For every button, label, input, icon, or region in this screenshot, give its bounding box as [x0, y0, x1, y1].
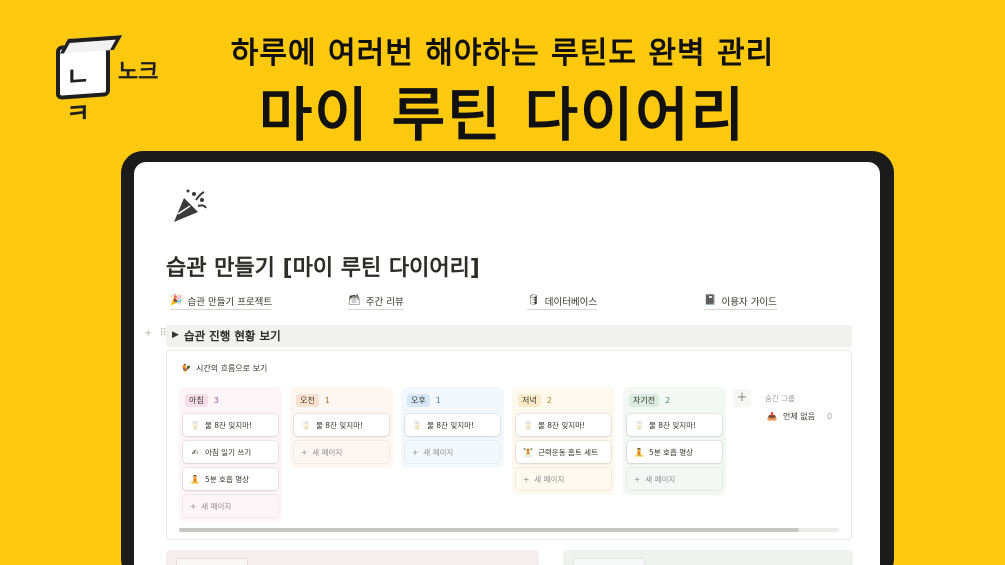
new-page-button[interactable]: + 새 페이지	[516, 468, 611, 490]
new-page-label: 새 페이지	[645, 474, 676, 484]
card-title: 5분 호흡 명상	[649, 447, 694, 457]
new-page-button[interactable]: + 새 페이지	[405, 441, 500, 463]
link-database[interactable]: 🛢 데이터베이스	[527, 294, 598, 310]
link-label: 주간 리뷰	[365, 297, 404, 308]
page-title: 습관 만들기 [마이 루틴 다이어리]	[166, 256, 480, 281]
column-tag: 자기전	[629, 393, 660, 407]
new-page-button[interactable]: + 새 페이지	[627, 468, 722, 490]
board-view: 🐓 시간의 흐름으로 보기 아침 3 🥛 물 8잔 잊지마! ✍ 아침 일기 쓰기 🧘 5분 …	[166, 350, 852, 540]
card-title: 물 8잔 잊지마!	[538, 420, 586, 430]
board-card[interactable]: 🧘 5분 호흡 명상	[627, 441, 722, 463]
column-count: 2	[546, 395, 552, 405]
rooster-icon: 🐓	[181, 364, 191, 373]
board-card[interactable]: 🥛 물 8잔 잊지마!	[183, 414, 278, 436]
banner-headline: 마이 루틴 다이어리	[258, 81, 747, 149]
column-header[interactable]: 자기전 2	[627, 391, 722, 409]
card-icon: 🥛	[523, 420, 533, 430]
card-title: 물 8잔 잊지마!	[427, 420, 475, 430]
bottom-right-block	[563, 550, 853, 565]
plus-icon: +	[301, 447, 308, 457]
plus-icon: +	[412, 447, 419, 457]
new-page-button[interactable]: + 새 페이지	[294, 441, 389, 463]
card-icon: 🧘	[190, 474, 200, 484]
new-page-label: 새 페이지	[312, 447, 343, 457]
card-icon: 🥛	[634, 420, 644, 430]
board-column: 아침 3 🥛 물 8잔 잊지마! ✍ 아침 일기 쓰기 🧘 5분 호흡 명상 + 새 페이지	[179, 387, 282, 522]
column-tag: 오전	[296, 393, 319, 407]
column-header[interactable]: 아침 3	[183, 391, 278, 409]
card-title: 아침 일기 쓰기	[205, 447, 252, 457]
party-popper-icon: 🎉	[170, 295, 183, 306]
card-icon: 🥛	[190, 420, 200, 430]
column-tag: 저녁	[518, 393, 541, 407]
column-header[interactable]: 오후 1	[405, 391, 500, 409]
board-card[interactable]: 🥛 물 8잔 잊지마!	[405, 414, 500, 436]
card-title: 5분 호흡 명상	[205, 474, 250, 484]
board-card[interactable]: 🏋 근력운동 홈트 세트	[516, 441, 611, 463]
database-icon: 🛢	[527, 295, 540, 306]
inbox-icon: 📥	[767, 412, 777, 421]
card-icon: ✍	[191, 447, 199, 457]
board-column: 오후 1 🥛 물 8잔 잊지마! + 새 페이지	[401, 387, 504, 468]
column-count: 1	[435, 395, 441, 405]
new-page-label: 새 페이지	[423, 447, 454, 457]
plus-icon: +	[523, 474, 530, 484]
card-title: 물 8잔 잊지마!	[649, 420, 697, 430]
card-title: 근력운동 홈트 세트	[538, 447, 598, 457]
card-icon: 🥛	[301, 420, 311, 430]
toggle-label: 습관 진행 현황 보기	[184, 329, 281, 343]
card-title: 물 8잔 잊지마!	[316, 420, 364, 430]
card-title: 물 8잔 잊지마!	[205, 420, 253, 430]
link-label: 습관 만들기 프로젝트	[187, 297, 273, 308]
column-tag: 오후	[407, 393, 430, 407]
party-popper-icon	[174, 189, 207, 222]
board-card[interactable]: 🧘 5분 호흡 명상	[183, 468, 278, 490]
link-weekly-review[interactable]: 🗃 주간 리뷰	[348, 294, 404, 310]
board-card[interactable]: 🥛 물 8잔 잊지마!	[516, 414, 611, 436]
horizontal-scrollbar[interactable]	[179, 528, 839, 532]
notion-page: 습관 만들기 [마이 루틴 다이어리] 🎉 습관 만들기 프로젝트 🗃 주간 리…	[134, 162, 880, 565]
bottom-left-block	[166, 550, 539, 565]
board-view-title[interactable]: 🐓 시간의 흐름으로 보기	[181, 363, 267, 374]
column-header[interactable]: 저녁 2	[516, 391, 611, 409]
add-group-button[interactable]: +	[733, 389, 751, 407]
column-tag: 아침	[185, 393, 208, 407]
column-count: 3	[213, 395, 219, 405]
hidden-group-label: 언제 없음	[782, 412, 815, 421]
signpost-icon: 🗃	[348, 295, 361, 306]
board-card[interactable]: 🥛 물 8잔 잊지마!	[294, 414, 389, 436]
column-count: 1	[324, 395, 330, 405]
new-page-label: 새 페이지	[201, 501, 232, 511]
hidden-group-item[interactable]: 📥 언제 없음 0	[767, 411, 832, 422]
plus-icon: +	[634, 474, 641, 484]
hidden-group-count: 0	[826, 412, 833, 421]
link-label: 이용자 가이드	[721, 297, 777, 308]
card-icon: 🏋	[523, 447, 533, 457]
board-card[interactable]: ✍ 아침 일기 쓰기	[183, 441, 278, 463]
links-row: 🎉 습관 만들기 프로젝트 🗃 주간 리뷰 🛢 데이터베이스 📓 이용자 가이드	[170, 294, 850, 310]
link-user-guide[interactable]: 📓 이용자 가이드	[704, 294, 777, 310]
view-title-text: 시간의 흐름으로 보기	[195, 364, 268, 373]
link-habit-project[interactable]: 🎉 습관 만들기 프로젝트	[170, 294, 273, 310]
board-card[interactable]: 🥛 물 8잔 잊지마!	[627, 414, 722, 436]
toggle-arrow-icon[interactable]: ▶	[172, 330, 179, 340]
board-column: 오전 1 🥛 물 8잔 잊지마! + 새 페이지	[290, 387, 393, 468]
scrollbar-thumb[interactable]	[179, 528, 799, 532]
column-header[interactable]: 오전 1	[294, 391, 389, 409]
card-icon: 🥛	[412, 420, 422, 430]
plus-icon: +	[190, 501, 197, 511]
banner-tagline: 하루에 여러번 해야하는 루틴도 완벽 관리	[230, 36, 775, 71]
new-page-label: 새 페이지	[534, 474, 565, 484]
new-page-button[interactable]: + 새 페이지	[183, 495, 278, 517]
card-icon: 🧘	[634, 447, 644, 457]
board-column: 저녁 2 🥛 물 8잔 잊지마! 🏋 근력운동 홈트 세트 + 새 페이지	[512, 387, 615, 495]
notebook-icon: 📓	[704, 295, 717, 306]
link-label: 데이터베이스	[544, 297, 598, 308]
column-count: 2	[665, 395, 671, 405]
board-column: 자기전 2 🥛 물 8잔 잊지마! 🧘 5분 호흡 명상 + 새 페이지	[623, 387, 726, 495]
hidden-groups-label: 숨긴 그룹	[765, 394, 795, 403]
